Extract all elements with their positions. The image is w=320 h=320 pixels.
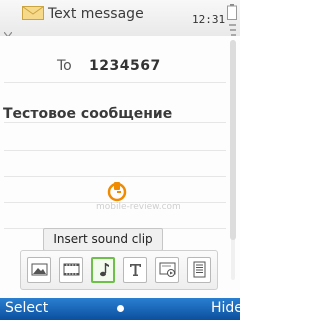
middle-softkey-dot[interactable] bbox=[117, 305, 124, 312]
battery-icon bbox=[227, 4, 237, 20]
scrollbar-thumb[interactable] bbox=[230, 40, 236, 240]
music-note-icon bbox=[100, 263, 109, 277]
battery-bar bbox=[229, 24, 236, 26]
document-icon bbox=[193, 261, 206, 278]
insert-toolbar bbox=[20, 250, 218, 290]
insert-video-button[interactable] bbox=[59, 257, 83, 283]
insert-document-button[interactable] bbox=[187, 257, 211, 283]
clock: 12:31 bbox=[192, 13, 226, 26]
tooltip: Insert sound clip bbox=[43, 228, 163, 251]
watermark-text: mobile-review.com bbox=[96, 202, 181, 212]
video-icon bbox=[63, 263, 80, 276]
envelope-icon bbox=[22, 6, 44, 20]
hide-softkey[interactable]: Hide bbox=[211, 300, 243, 316]
insert-text-button[interactable] bbox=[123, 257, 147, 283]
insert-image-button[interactable] bbox=[27, 257, 51, 283]
line-rule bbox=[4, 150, 226, 151]
softkey-bar: Select Hide bbox=[0, 298, 243, 320]
insert-slide-button[interactable] bbox=[155, 257, 179, 283]
watermark-logo-icon bbox=[107, 182, 127, 202]
line-rule bbox=[4, 82, 226, 83]
recipient-field[interactable]: 1234567 bbox=[89, 58, 161, 74]
phone-screen: Text message 12:31 To 1234567 Тестовое с… bbox=[0, 0, 243, 320]
line-rule bbox=[4, 176, 226, 177]
insert-sound-clip-button[interactable] bbox=[91, 257, 115, 283]
select-softkey[interactable]: Select bbox=[5, 300, 48, 316]
window-title: Text message bbox=[48, 6, 144, 22]
status-bar: Text message 12:31 bbox=[0, 0, 240, 37]
recipient-label: To bbox=[57, 58, 72, 74]
battery-bar bbox=[230, 29, 236, 31]
image-icon bbox=[31, 263, 48, 276]
message-text[interactable]: Тестовое сообщение bbox=[3, 106, 172, 122]
slide-icon bbox=[159, 262, 176, 277]
text-icon bbox=[130, 264, 141, 276]
scrollbar[interactable] bbox=[229, 40, 237, 280]
line-rule bbox=[4, 122, 226, 123]
